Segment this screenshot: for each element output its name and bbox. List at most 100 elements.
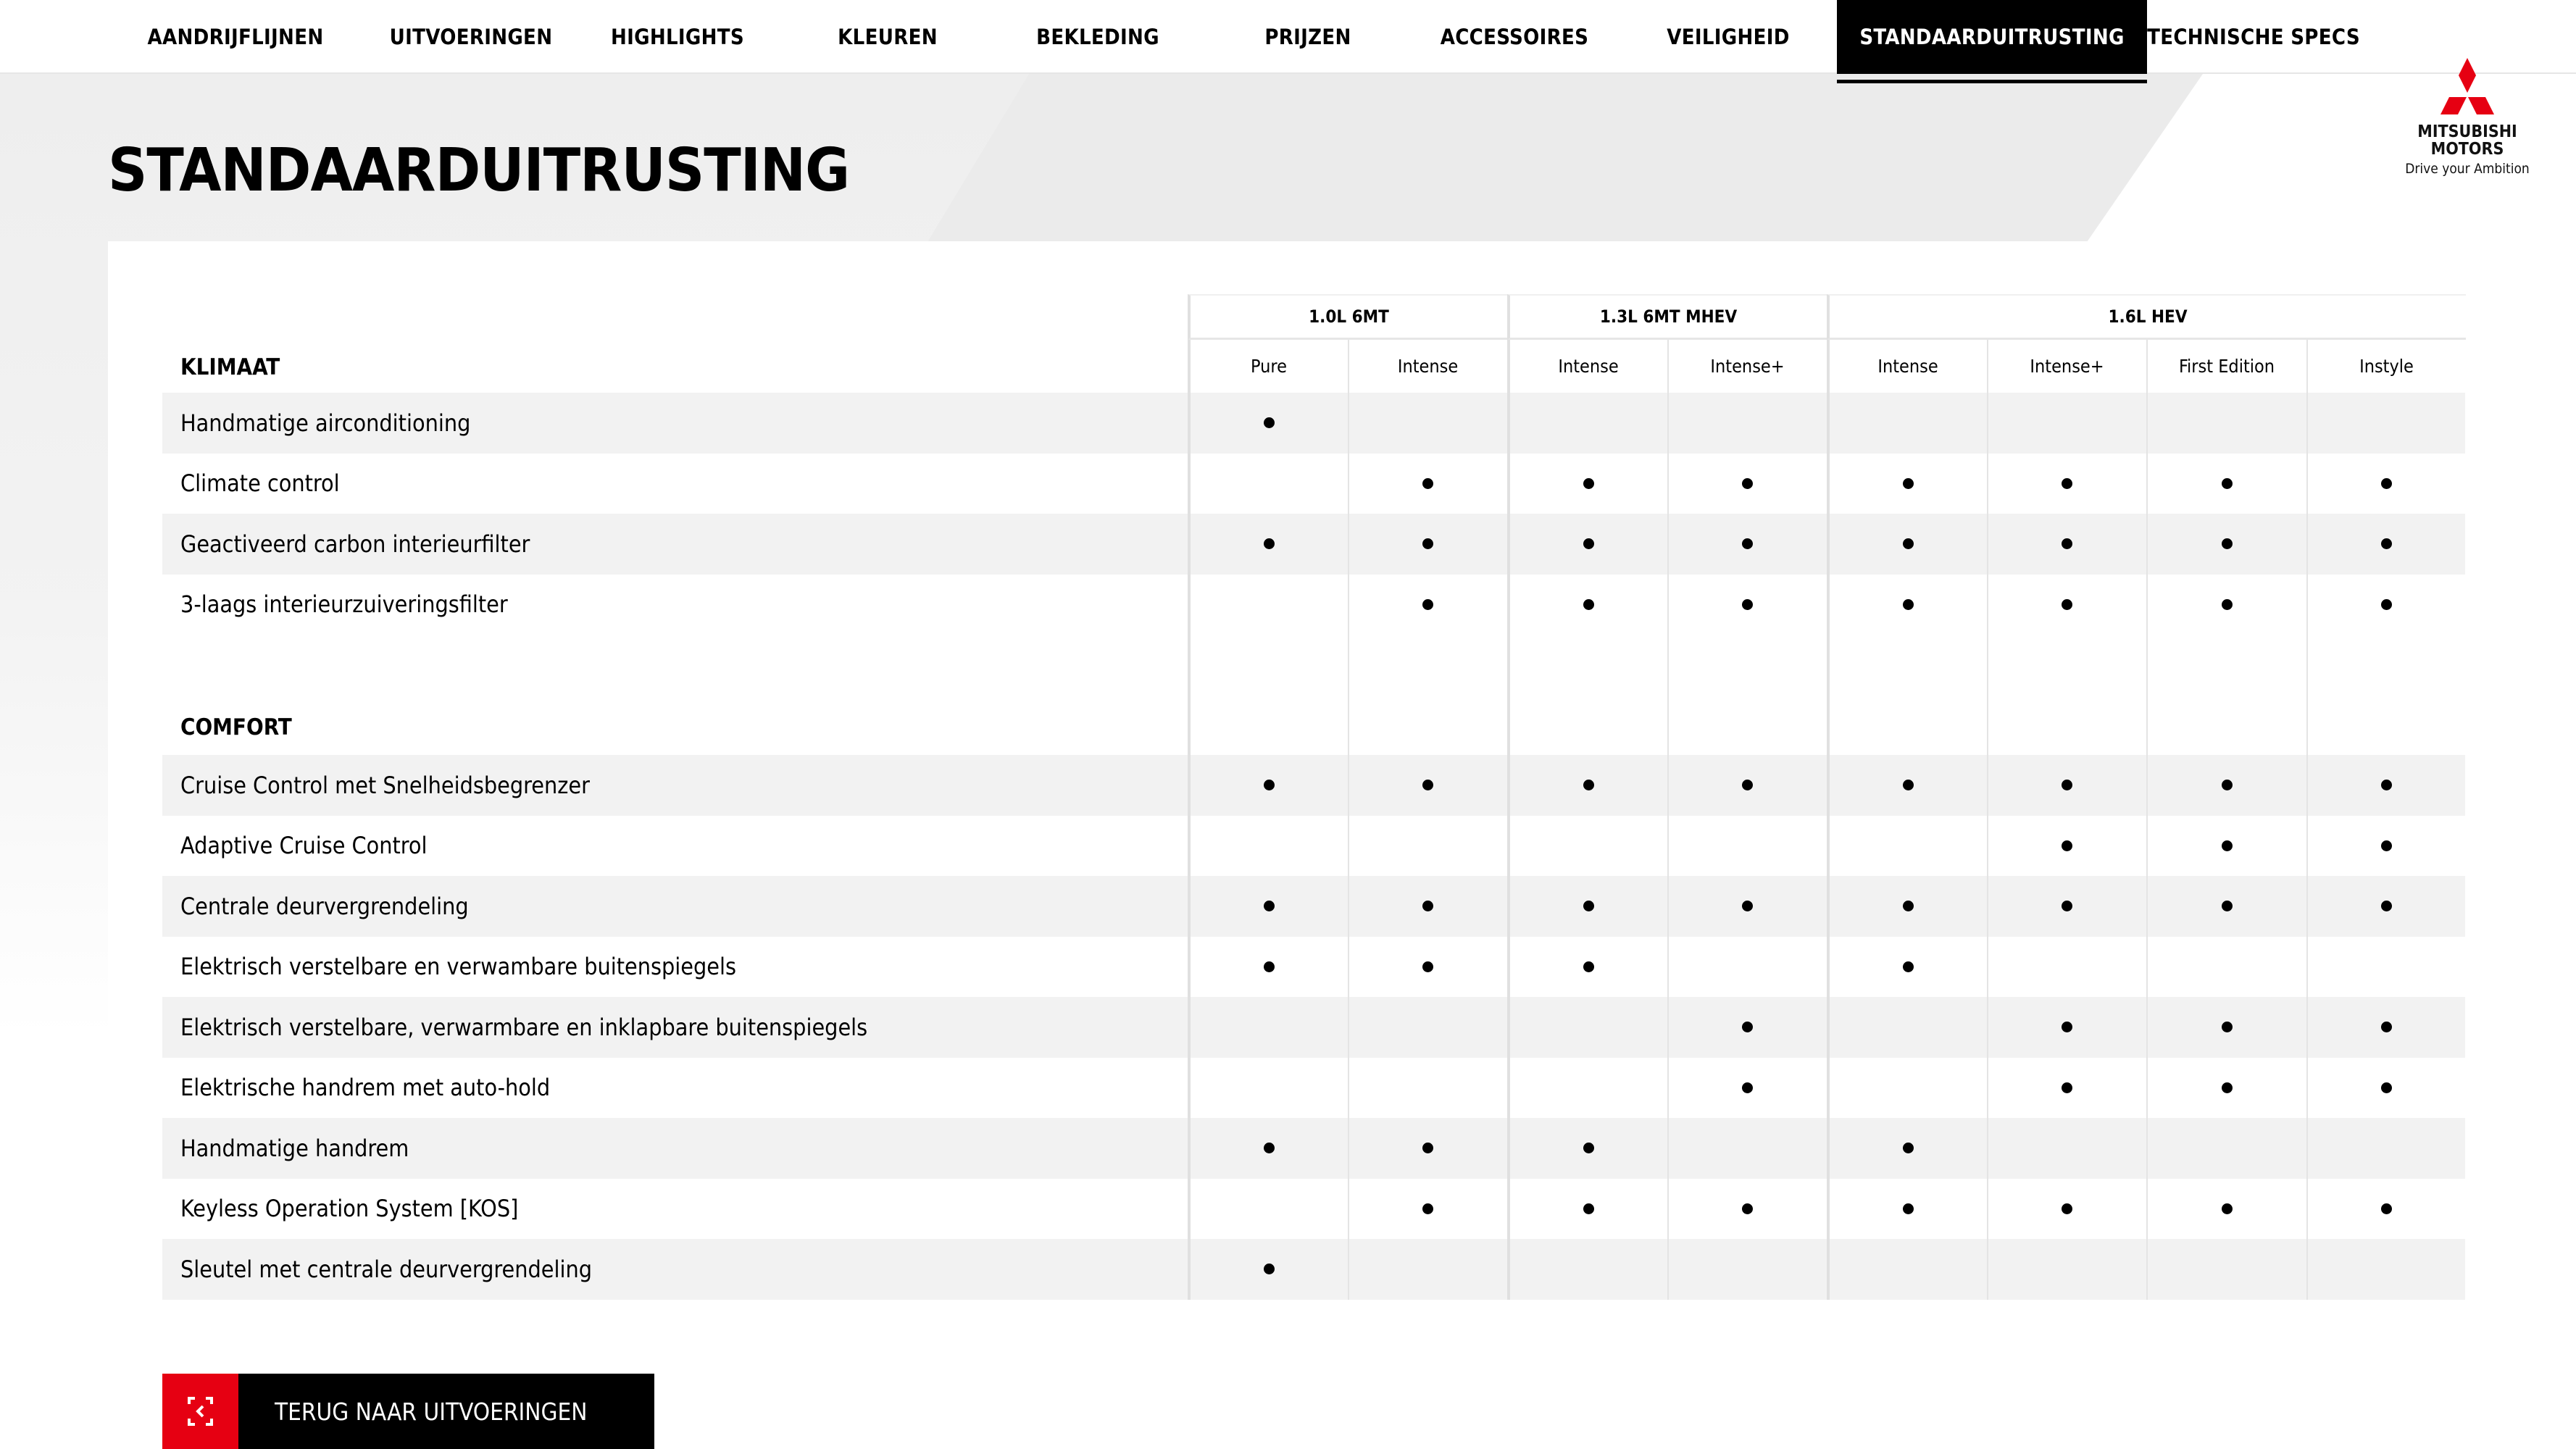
availability-cell <box>1827 876 1986 937</box>
feature-label: Keyless Operation System [KOS] <box>180 1195 519 1223</box>
back-button-label: TERUG NAAR UITVOERINGEN <box>275 1397 588 1426</box>
nav-tab-technische-specs[interactable]: TECHNISCHE SPECS <box>2147 0 2360 74</box>
feature-label: Climate control <box>180 469 340 498</box>
nav-tab-highlights[interactable]: HIGHLIGHTS <box>587 0 768 74</box>
standard-dot-icon <box>1902 961 1914 972</box>
version-header: Intense+ <box>1986 340 2146 393</box>
top-navigation: AANDRIJFLIJNEN UITVOERINGEN HIGHLIGHTS KLEU… <box>0 0 2576 74</box>
feature-row: Climate control <box>162 453 2465 514</box>
availability-cell <box>1667 574 1827 635</box>
version-header: Pure <box>1188 340 1347 393</box>
availability-cell <box>1667 393 1827 454</box>
spacer-cell <box>1667 635 1827 755</box>
feature-row: 3-laags interieurzuiveringsfilter <box>162 574 2466 635</box>
standard-dot-icon <box>1583 901 1594 912</box>
feature-row: Centrale deurvergrendeling <box>162 876 2465 937</box>
standard-dot-icon <box>1742 598 1753 610</box>
availability-cell <box>1188 574 1347 635</box>
standard-dot-icon <box>2221 840 2233 851</box>
availability-cell <box>1986 936 2146 997</box>
version-header: Intense <box>1507 340 1667 393</box>
back-to-versions-button[interactable]: TERUG NAAR UITVOERINGEN <box>162 1374 654 1449</box>
standard-dot-icon <box>1583 1143 1594 1154</box>
standard-dot-icon <box>1902 477 1914 489</box>
spacer-cell <box>1827 635 1986 755</box>
logo-tagline: Drive your Ambition <box>2405 161 2530 177</box>
availability-cell <box>1827 453 1986 514</box>
nav-tab-accessoires[interactable]: ACCESSOIRES <box>1420 0 1609 74</box>
availability-cell <box>1986 876 2146 937</box>
availability-cell <box>1188 514 1347 575</box>
nav-tab-kleuren[interactable]: KLEUREN <box>804 0 971 74</box>
nav-tab-standaarduitrusting[interactable]: STANDAARDUITRUSTING <box>1837 0 2147 74</box>
feature-row: Keyless Operation System [KOS] <box>162 1178 2465 1239</box>
availability-cell <box>1347 1178 1507 1239</box>
mitsubishi-logo[interactable]: MITSUBISHI MOTORS Drive your Ambition <box>2377 51 2558 196</box>
availability-cell <box>1986 574 2146 635</box>
three-diamonds-icon <box>2440 58 2494 114</box>
version-header: Intense+ <box>1667 340 1827 393</box>
availability-cell <box>2306 393 2466 454</box>
background-slant-shape <box>928 74 2203 242</box>
feature-label: Elektrisch verstelbare, verwarmbare en i… <box>180 1013 868 1041</box>
availability-cell <box>2306 574 2466 635</box>
availability-cell <box>1827 1239 1986 1300</box>
feature-row: Elektrisch verstelbare en verwambare bui… <box>162 936 2465 997</box>
availability-cell <box>1347 997 1507 1058</box>
availability-cell <box>2146 997 2306 1058</box>
availability-cell <box>1667 1118 1827 1179</box>
section-spacer: COMFORT <box>162 635 2465 755</box>
standard-dot-icon <box>2221 1082 2233 1093</box>
availability-cell <box>1507 936 1667 997</box>
availability-cell <box>2146 1118 2306 1179</box>
availability-cell <box>1667 997 1827 1058</box>
standard-dot-icon <box>1422 780 1433 791</box>
availability-cell <box>1507 1239 1667 1300</box>
availability-cell <box>2146 1239 2306 1300</box>
standard-dot-icon <box>1263 1143 1275 1154</box>
section-title: KLIMAAT <box>180 354 280 380</box>
feature-label: Adaptive Cruise Control <box>180 832 428 860</box>
nav-tab-uitvoeringen[interactable]: UITVOERINGEN <box>377 0 565 74</box>
availability-cell <box>1507 1057 1667 1118</box>
feature-row: Sleutel met centrale deurvergrendeling <box>162 1239 2465 1300</box>
availability-cell <box>2146 755 2306 816</box>
availability-cell <box>2306 876 2466 937</box>
nav-tab-aandrijflijnen[interactable]: AANDRIJFLIJNEN <box>138 0 333 74</box>
availability-cell <box>1667 1239 1827 1300</box>
availability-cell <box>1507 1118 1667 1179</box>
availability-cell <box>1347 1239 1507 1300</box>
availability-cell <box>2306 514 2466 575</box>
feature-label: Geactiveerd carbon interieurfilter <box>180 530 530 558</box>
availability-cell <box>2146 876 2306 937</box>
standard-dot-icon <box>2221 538 2233 550</box>
availability-cell <box>1347 815 1507 876</box>
nav-tab-bekleding[interactable]: BEKLEDING <box>1007 0 1188 74</box>
availability-cell <box>2306 997 2466 1058</box>
feature-row: Handmatige handrem <box>162 1118 2465 1179</box>
availability-cell <box>2306 1118 2466 1179</box>
availability-cell <box>1507 815 1667 876</box>
standard-dot-icon <box>2381 840 2392 851</box>
availability-cell <box>1667 876 1827 937</box>
availability-cell <box>1507 997 1667 1058</box>
standard-dot-icon <box>2381 1203 2392 1214</box>
standard-dot-icon <box>2221 598 2233 610</box>
standard-dot-icon <box>2381 598 2392 610</box>
feature-label: Elektrisch verstelbare en verwambare bui… <box>180 953 736 981</box>
standard-dot-icon <box>1422 538 1433 550</box>
standard-dot-icon <box>2381 1022 2392 1033</box>
availability-cell <box>1827 755 1986 816</box>
availability-cell <box>1667 514 1827 575</box>
availability-cell <box>1827 815 1986 876</box>
feature-row: Geactiveerd carbon interieurfilter <box>162 514 2465 575</box>
standard-dot-icon <box>2062 1082 2072 1093</box>
nav-tab-prijzen[interactable]: PRIJZEN <box>1225 0 1391 74</box>
availability-cell <box>1188 997 1347 1058</box>
nav-tab-veiligheid[interactable]: VEILIGHEID <box>1645 0 1812 74</box>
availability-cell <box>1986 393 2146 454</box>
spacer-cell <box>1507 635 1667 755</box>
standard-dot-icon <box>1902 780 1914 791</box>
standard-dot-icon <box>1263 1264 1275 1275</box>
availability-cell <box>1347 574 1507 635</box>
